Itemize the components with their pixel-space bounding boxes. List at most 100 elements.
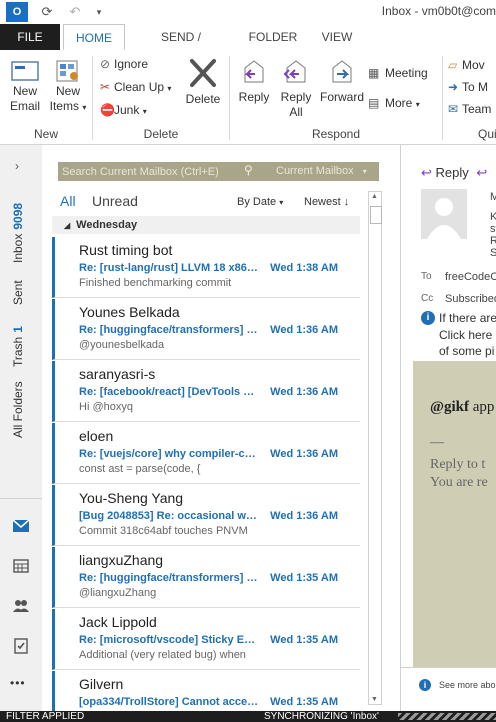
outlook-app-icon: O: [6, 2, 28, 22]
message-item[interactable]: eloen Re: [vuejs/core] why compiler-cor.…: [52, 423, 360, 484]
filter-unread[interactable]: Unread: [92, 193, 138, 209]
info-line[interactable]: Click here t: [439, 328, 496, 342]
scroll-up-arrow-icon[interactable]: ▲: [371, 193, 378, 200]
nav-trash-label: Trash: [11, 336, 25, 367]
expand-folder-pane-icon[interactable]: ›: [15, 159, 19, 173]
group-label-respond: Respond: [311, 127, 361, 141]
more-nav-icon[interactable]: •••: [10, 676, 26, 690]
to-manager-icon: ➜: [448, 80, 459, 94]
window-title: Inbox - vm0b0t@com: [381, 4, 496, 18]
status-bar: FILTER APPLIED SYNCHRONIZING 'Inbox': [0, 711, 496, 722]
message-subject: Re: [huggingface/transformers] F...: [79, 572, 259, 584]
junk-button[interactable]: ⛔Junk ▾: [100, 103, 147, 117]
collapse-group-icon[interactable]: ◢: [64, 221, 70, 230]
search-input[interactable]: [62, 162, 237, 181]
mail-icon[interactable]: [12, 517, 30, 535]
quick-steps-gallery: ▱ Mov ➜ To M ✉ Team: [446, 54, 496, 120]
nav-all-folders[interactable]: All Folders: [11, 381, 25, 438]
group-header[interactable]: ◢ Wednesday: [52, 216, 360, 234]
to-value: freeCodeC: [445, 271, 496, 283]
clean-up-button[interactable]: ✂ Clean Up ▾: [100, 80, 171, 94]
message-time: Wed 1:35 AM: [270, 634, 338, 646]
status-filter-applied: FILTER APPLIED: [6, 711, 85, 722]
junk-icon: ⛔: [100, 103, 115, 117]
sort-order-button[interactable]: Newest ↓: [304, 196, 349, 208]
ribbon-tab-bar: FILE HOME SEND / RECEIVE FOLDER VIEW: [0, 24, 496, 70]
tab-file[interactable]: FILE: [0, 24, 60, 50]
message-preview: @liangxuZhang: [79, 587, 157, 599]
reply-button[interactable]: Reply: [235, 58, 273, 105]
message-sender: Younes Belkada: [79, 304, 180, 320]
tasks-icon[interactable]: [12, 637, 30, 655]
quick-step-team[interactable]: ✉ Team: [448, 102, 491, 116]
message-item[interactable]: Younes Belkada Re: [huggingface/transfor…: [52, 299, 360, 360]
message-list-pane: ⚲ Current Mailbox ▾ All Unread By Date ▾…: [42, 145, 400, 711]
new-items-button[interactable]: New Items ▾: [48, 58, 88, 115]
calendar-icon[interactable]: [12, 557, 30, 575]
message-sender: liangxuZhang: [79, 552, 164, 568]
ignore-label: Ignore: [114, 57, 149, 71]
people-pane-info-icon: i: [419, 679, 431, 691]
tab-folder[interactable]: FOLDER: [240, 24, 306, 50]
tab-home[interactable]: HOME: [63, 24, 125, 50]
search-scope-dropdown[interactable]: Current Mailbox ▾: [276, 165, 367, 177]
nav-trash[interactable]: Trash 1: [11, 326, 25, 367]
tab-view[interactable]: VIEW: [314, 24, 360, 50]
new-items-label-1: New: [55, 84, 80, 98]
message-item[interactable]: saranyasri-s Re: [facebook/react] [DevTo…: [52, 361, 360, 422]
scroll-down-arrow-icon[interactable]: ▼: [371, 696, 378, 703]
message-time: Wed 1:36 AM: [270, 510, 338, 522]
sort-order-label: Newest: [304, 196, 341, 208]
scrollbar-thumb[interactable]: [370, 206, 382, 224]
message-item[interactable]: liangxuZhang Re: [huggingface/transforme…: [52, 547, 360, 608]
body-separator: —: [430, 435, 444, 450]
group-header-label: Wednesday: [76, 219, 138, 231]
meeting-button[interactable]: ▦ Meeting: [368, 66, 428, 80]
see-more-link[interactable]: See more abou: [439, 680, 496, 690]
more-chevron-down-icon: ▾: [415, 100, 420, 109]
scope-chevron-down-icon: ▾: [362, 167, 367, 176]
reply-small-icon: ↩: [421, 165, 432, 180]
message-preview: Hi @hoxyq: [79, 401, 133, 413]
undo-icon[interactable]: ↶: [66, 3, 84, 21]
message-item[interactable]: Jack Lippold Re: [microsoft/vscode] Stic…: [52, 609, 360, 670]
message-list-scrollbar[interactable]: ▲ ▼: [368, 191, 382, 705]
qat-chevron-down-icon[interactable]: ▾: [90, 3, 108, 21]
sort-by-label: By Date: [237, 196, 277, 208]
sort-by-button[interactable]: By Date ▾: [237, 196, 283, 208]
message-item[interactable]: Rust timing bot Re: [rust-lang/rust] LLV…: [52, 237, 360, 298]
send-receive-icon[interactable]: ⟳: [38, 3, 56, 21]
message-item[interactable]: Gilvern [opa334/TrollStore] Cannot acces…: [52, 671, 360, 711]
reading-reply-label: Reply: [435, 165, 469, 180]
ignore-icon: ⊘: [100, 57, 111, 71]
nav-inbox-label: Inbox: [11, 233, 25, 263]
new-email-button[interactable]: New Email: [6, 58, 44, 114]
reply-all-button[interactable]: Reply All: [277, 58, 315, 120]
forward-icon: [332, 60, 352, 83]
filter-all[interactable]: All: [60, 193, 76, 209]
more-respond-button[interactable]: ▤ More ▾: [368, 96, 420, 110]
avatar-person-icon: [427, 198, 461, 239]
reading-pane: ↩ Reply ↩ M K st R S To freeCodeC Cc Sub…: [400, 145, 496, 711]
nav-sent[interactable]: Sent: [11, 280, 25, 305]
reading-reply-button[interactable]: ↩ Reply ↩: [421, 165, 487, 181]
ignore-button[interactable]: ⊘ Ignore: [100, 57, 148, 71]
nav-sent-label: Sent: [11, 280, 25, 305]
quick-step-move[interactable]: ▱ Mov: [448, 58, 485, 72]
meeting-label: Meeting: [385, 66, 428, 80]
ribbon-divider: [442, 56, 443, 140]
delete-button[interactable]: Delete: [184, 58, 222, 107]
reading-header-fragment: M: [490, 191, 496, 203]
forward-button[interactable]: Forward: [317, 58, 367, 105]
body-mention[interactable]: @gikf: [430, 399, 469, 415]
to-label: To: [421, 271, 432, 282]
quick-step-to-m[interactable]: ➜ To M: [448, 80, 488, 94]
nav-inbox[interactable]: Inbox 9098: [11, 203, 25, 263]
ribbon: New Email New Items ▾ New ⊘ Ignore ✂ Clean…: [0, 50, 496, 145]
message-item[interactable]: You-Sheng Yang [Bug 2048853] Re: occasio…: [52, 485, 360, 546]
tab-send-receive[interactable]: SEND / RECEIVE: [133, 24, 229, 70]
new-items-icon: [56, 60, 78, 82]
search-icon[interactable]: ⚲: [244, 163, 253, 177]
people-icon[interactable]: [12, 597, 30, 615]
reply-icon: [244, 60, 264, 83]
